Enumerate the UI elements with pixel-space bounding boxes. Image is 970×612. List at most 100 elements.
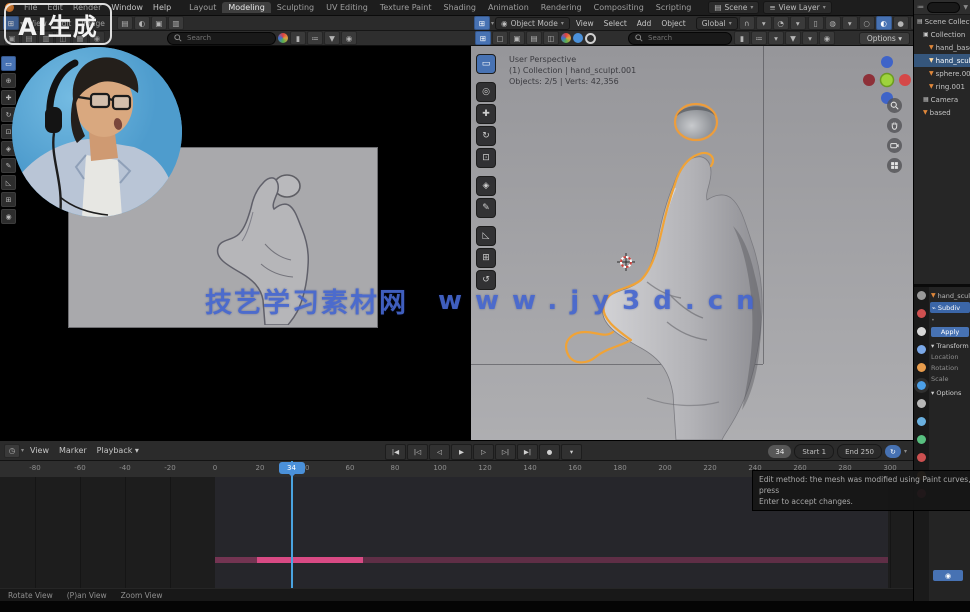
modifier-row[interactable]: ⌁Subdiv <box>930 302 970 313</box>
apply-button[interactable]: Apply <box>931 327 969 337</box>
menu-help[interactable]: Help <box>148 2 176 13</box>
tl-menu-playback[interactable]: Playback ▾ <box>92 445 144 456</box>
add-cube-tool[interactable]: ⊞ <box>1 192 16 207</box>
annotate-tool[interactable]: ✎ <box>1 158 16 173</box>
tl-menu-marker[interactable]: Marker <box>54 445 92 456</box>
measure-tool[interactable]: ◺ <box>476 226 496 246</box>
view-layer-selector[interactable]: ≡View Layer▾ <box>763 1 831 14</box>
vp-menu-select[interactable]: Select <box>599 18 632 29</box>
image-new-icon[interactable]: ▣ <box>151 16 167 30</box>
zoom-icon[interactable] <box>887 98 902 113</box>
frame-start-field[interactable]: Start 1 <box>794 444 834 459</box>
prev-frame-button[interactable]: ◁ <box>429 444 450 460</box>
next-keyframe-button[interactable]: ▷| <box>495 444 516 460</box>
world-tab[interactable] <box>917 363 926 372</box>
color-wheel-icon[interactable] <box>278 33 288 43</box>
scale-tool[interactable]: ⊡ <box>476 148 496 168</box>
tab-uv-editing[interactable]: UV Editing <box>320 2 374 13</box>
outliner-row-based[interactable]: ▼based <box>914 106 970 119</box>
tool-icon-b[interactable]: ▣ <box>509 31 525 45</box>
physics-tab[interactable] <box>917 417 926 426</box>
playhead-badge[interactable]: 34 <box>279 462 305 474</box>
options-section-header[interactable]: ▾ Options <box>929 387 970 398</box>
rotate-tool[interactable]: ↻ <box>476 126 496 146</box>
list-dropdown-icon[interactable]: ▾ <box>768 31 784 45</box>
select-box-tool[interactable]: ▭ <box>1 56 16 71</box>
material-tab[interactable] <box>917 453 926 462</box>
keyframe-strip[interactable] <box>257 557 363 563</box>
tool-icon-d[interactable]: ◫ <box>543 31 559 45</box>
tab-texture-paint[interactable]: Texture Paint <box>374 2 438 13</box>
data-tab[interactable] <box>917 435 926 444</box>
editor-type-icon[interactable]: ⊞ <box>474 16 490 30</box>
jump-to-start-button[interactable]: |◀ <box>385 444 406 460</box>
move-tool[interactable]: ✚ <box>1 90 16 105</box>
timeline-editor-icon[interactable]: ◷ <box>4 444 20 458</box>
search-input[interactable] <box>185 33 259 43</box>
vp-menu-add[interactable]: Add <box>632 18 657 29</box>
settings-icon[interactable]: ◉ <box>341 31 357 45</box>
tl-menu-view[interactable]: View <box>25 445 54 456</box>
auto-keying-button[interactable]: ● <box>539 444 560 460</box>
shading-solid-icon[interactable]: ◐ <box>876 16 892 30</box>
shading-wireframe-icon[interactable]: ○ <box>859 16 875 30</box>
outliner-row-ring[interactable]: ▼ring.001 <box>914 80 970 93</box>
list-view-icon[interactable]: ≔ <box>307 31 323 45</box>
grid-view-icon[interactable] <box>887 158 902 173</box>
image-open-icon[interactable]: ▥ <box>168 16 184 30</box>
frame-end-field[interactable]: End 250 <box>837 444 882 459</box>
list-view-icon[interactable]: ≔ <box>751 31 767 45</box>
filter-dropdown-icon[interactable]: ▾ <box>802 31 818 45</box>
settings-icon[interactable]: ◉ <box>819 31 835 45</box>
tab-modeling[interactable]: Modeling <box>222 2 270 13</box>
image-mask-icon[interactable]: ◐ <box>134 16 150 30</box>
shading-material-icon[interactable]: ● <box>893 16 909 30</box>
outliner-row-collection[interactable]: ▣Collection <box>914 28 970 41</box>
search-field[interactable] <box>628 32 732 45</box>
white-ring-icon[interactable] <box>585 33 596 44</box>
output-tab[interactable] <box>917 327 926 336</box>
camera-view-icon[interactable] <box>887 138 902 153</box>
active-tool-icon[interactable]: ⊞ <box>475 31 491 45</box>
outliner-search[interactable] <box>927 2 960 13</box>
keyframe-strip[interactable] <box>363 557 888 563</box>
overlays-dropdown-icon[interactable]: ▾ <box>842 16 858 30</box>
sync-icon[interactable]: ↻ <box>885 445 901 458</box>
tool-icon-c[interactable]: ▤ <box>526 31 542 45</box>
image-pin-icon[interactable]: ▤ <box>117 16 133 30</box>
snap-dropdown-icon[interactable]: ▾ <box>756 16 772 30</box>
render-tab[interactable] <box>917 309 926 318</box>
modifiers-tab[interactable] <box>917 399 926 408</box>
show-overlays-icon[interactable]: ◍ <box>825 16 841 30</box>
object-tab[interactable] <box>917 381 926 390</box>
snap-magnet-icon[interactable]: ∩ <box>739 16 755 30</box>
filter-icon[interactable]: ▼ <box>324 31 340 45</box>
scene-selector[interactable]: ▤Scene▾ <box>708 1 759 14</box>
vp-menu-object[interactable]: Object <box>656 18 690 29</box>
filter-icon[interactable]: ▼ <box>785 31 801 45</box>
proportional-editing-icon[interactable]: ◔ <box>773 16 789 30</box>
cursor-tool[interactable]: ◎ <box>476 82 496 102</box>
outliner-row-hand-sculpt[interactable]: ▼hand_sculpt <box>914 54 970 67</box>
jump-to-end-button[interactable]: ▶| <box>517 444 538 460</box>
measure-tool[interactable]: ◺ <box>1 175 16 190</box>
keying-dropdown-button[interactable]: ▾ <box>561 444 582 460</box>
tab-sculpting[interactable]: Sculpting <box>271 2 320 13</box>
prev-keyframe-button[interactable]: |◁ <box>407 444 428 460</box>
options-toggle[interactable]: ◉ <box>933 570 963 581</box>
view-layer-tab[interactable] <box>917 345 926 354</box>
search-input[interactable] <box>646 33 720 43</box>
menu-window[interactable]: Window <box>106 2 148 13</box>
cursor-tool[interactable]: ⊕ <box>1 73 16 88</box>
tab-rendering[interactable]: Rendering <box>535 2 588 13</box>
vp-menu-view[interactable]: View <box>571 18 599 29</box>
filter-funnel-icon[interactable]: ▼ <box>963 4 968 11</box>
outliner-row-scene-collection[interactable]: ▤Scene Collection <box>914 15 970 28</box>
tab-animation[interactable]: Animation <box>482 2 535 13</box>
spin-tool[interactable]: ◉ <box>1 209 16 224</box>
blue-sphere-icon[interactable] <box>573 33 583 43</box>
outliner-row-camera[interactable]: ▦Camera <box>914 93 970 106</box>
orientation-dropdown[interactable]: Global▾ <box>696 17 738 30</box>
select-box-tool[interactable]: ▭ <box>476 54 496 74</box>
tool-icon-a[interactable]: ▢ <box>492 31 508 45</box>
